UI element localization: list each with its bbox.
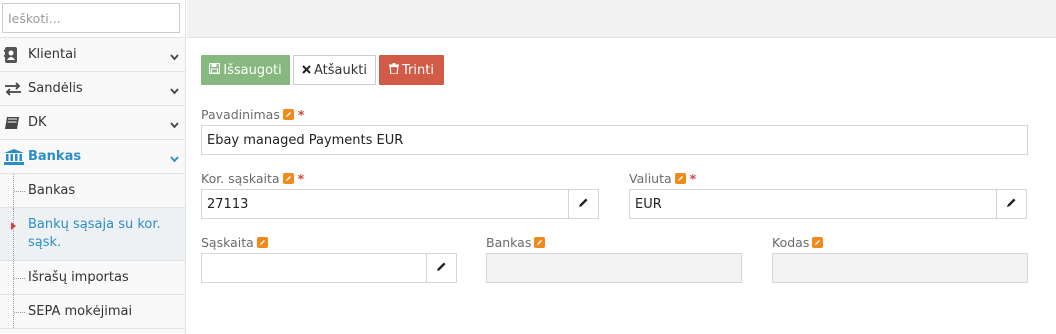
kor-account-edit-button[interactable] (568, 189, 599, 219)
kor-account-label: Kor. sąskaita * (201, 171, 304, 186)
search-input[interactable] (2, 3, 180, 33)
sidebar-item-label: DK (28, 115, 47, 130)
account-label-text: Sąskaita (201, 235, 254, 250)
account-label: Sąskaita (201, 235, 268, 250)
required-asterisk: * (297, 107, 305, 122)
trash-icon (389, 62, 400, 78)
name-label: Pavadinimas * (201, 107, 304, 122)
required-asterisk: * (689, 171, 697, 186)
caret-right-icon (11, 222, 16, 230)
pencil-square-icon[interactable] (282, 173, 294, 184)
kor-account-label-text: Kor. sąskaita (201, 171, 280, 186)
sidebar-item-bankas[interactable]: Bankas (0, 140, 185, 174)
sidebar-search (0, 0, 185, 38)
sidebar-subitem-label: Išrašų importas (28, 270, 129, 285)
sidebar-subitem-banku-sasaja[interactable]: Bankų sąsaja su kor. sąsk. (0, 208, 185, 261)
pencil-square-icon[interactable] (812, 237, 824, 248)
code-label-text: Kodas (772, 235, 810, 250)
name-label-text: Pavadinimas (201, 107, 280, 122)
account-field[interactable] (201, 253, 427, 283)
chevron-down-icon (170, 118, 179, 133)
sidebar-item-label: Bankas (28, 149, 82, 164)
bank-label-text: Bankas (486, 235, 532, 250)
close-icon (302, 63, 311, 78)
tree-branch (14, 311, 25, 313)
floppy-disk-icon (209, 62, 221, 78)
chevron-down-icon (170, 84, 179, 99)
pencil-icon (578, 197, 589, 212)
name-field[interactable]: Ebay managed Payments EUR (201, 125, 1028, 155)
currency-label-text: Valiuta (629, 171, 672, 186)
sidebar-subitem-label: Bankų sąsaja su kor. sąsk. (28, 217, 161, 250)
kor-account-field-value: 27113 (207, 196, 249, 212)
book-icon (4, 114, 25, 132)
sidebar-item-dk[interactable]: DK (0, 106, 185, 140)
tree-branch (14, 277, 25, 279)
pencil-square-icon[interactable] (256, 237, 268, 248)
save-button-label: Išsaugoti (223, 62, 282, 78)
bank-label: Bankas (486, 235, 546, 250)
delete-button-label: Trinti (402, 62, 434, 78)
sidebar-item-sandelis[interactable]: Sandėlis (0, 72, 185, 106)
pencil-square-icon[interactable] (674, 173, 686, 184)
sidebar-item-label: Sandėlis (28, 81, 83, 96)
sidebar-subitem-label: SEPA mokėjimai (28, 304, 133, 319)
chevron-down-icon (170, 50, 179, 65)
pencil-icon (1006, 197, 1017, 212)
top-bar (187, 0, 1056, 38)
name-field-value: Ebay managed Payments EUR (207, 132, 404, 148)
kor-account-field[interactable]: 27113 (201, 189, 569, 219)
account-edit-button[interactable] (426, 253, 457, 283)
sidebar-subitem-bankas[interactable]: Bankas (0, 174, 185, 208)
tree-branch (14, 190, 25, 192)
save-button[interactable]: Išsaugoti (201, 55, 290, 85)
cancel-button[interactable]: Atšaukti (293, 55, 376, 85)
pencil-icon (436, 261, 447, 276)
sidebar-item-label: Klientai (28, 47, 77, 62)
bank-field (486, 253, 742, 283)
required-asterisk: * (297, 171, 305, 186)
currency-edit-button[interactable] (996, 189, 1027, 219)
sidebar: Klientai Sandėlis DK Bankas Bankas Bankų… (0, 0, 186, 334)
currency-field[interactable]: EUR (629, 189, 997, 219)
currency-field-value: EUR (635, 196, 662, 212)
exchange-arrows-icon (4, 80, 25, 98)
sidebar-subitem-sepa[interactable]: SEPA mokėjimai (0, 295, 185, 329)
sidebar-subitem-israsu-importas[interactable]: Išrašų importas (0, 261, 185, 295)
sidebar-item-klientai[interactable]: Klientai (0, 38, 185, 72)
delete-button[interactable]: Trinti (379, 55, 444, 85)
bank-icon (4, 148, 25, 166)
chevron-down-icon (170, 152, 179, 167)
main-content: Išsaugoti Atšaukti Trinti Pavadinimas * … (187, 39, 1056, 334)
code-label: Kodas (772, 235, 824, 250)
currency-label: Valiuta * (629, 171, 696, 186)
code-field (772, 253, 1028, 283)
cancel-button-label: Atšaukti (314, 62, 367, 78)
pencil-square-icon[interactable] (282, 109, 294, 120)
tree-line (13, 208, 14, 260)
pencil-square-icon[interactable] (534, 237, 546, 248)
user-book-icon (4, 46, 25, 64)
sidebar-subitem-label: Bankas (28, 183, 76, 198)
